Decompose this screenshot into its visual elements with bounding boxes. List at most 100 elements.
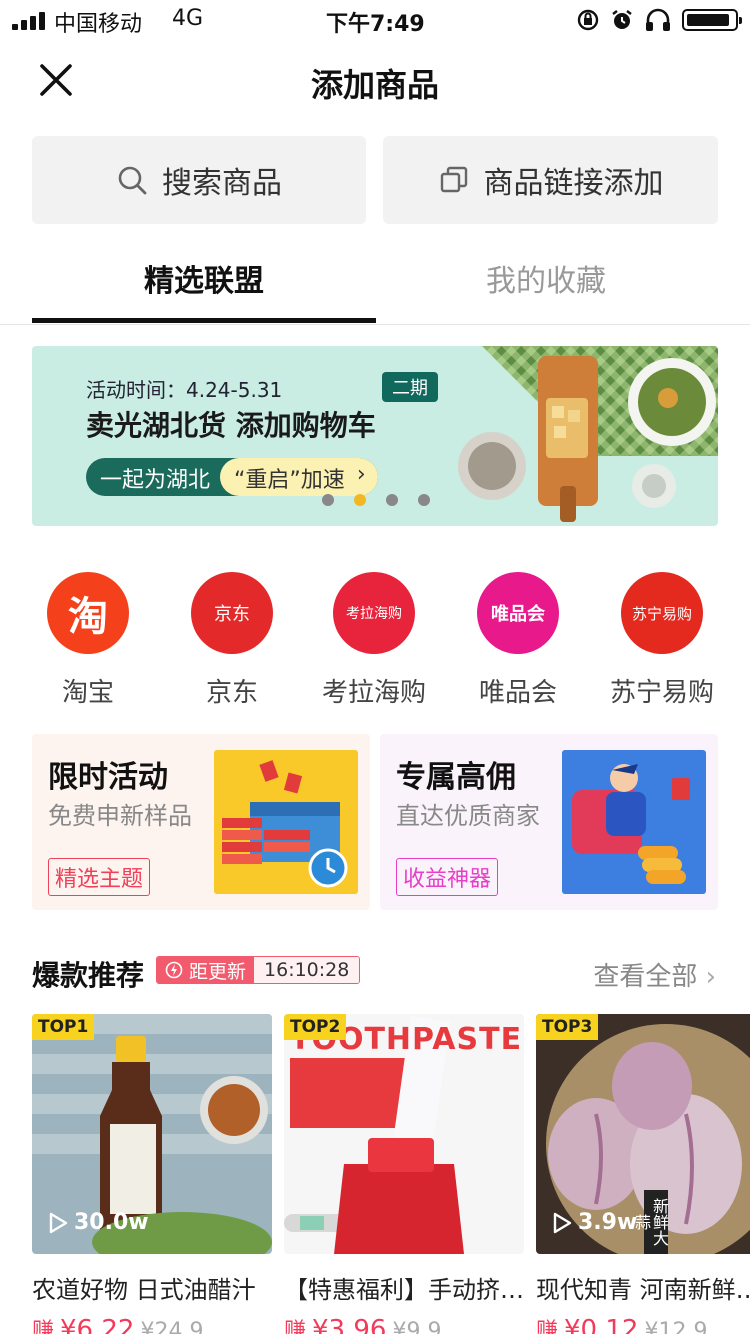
platform-label: 考拉海购 xyxy=(321,678,426,708)
tab-my-favorites[interactable]: 我的收藏 xyxy=(374,256,718,300)
banner-pagination xyxy=(322,494,430,506)
earn-label: 赚 xyxy=(536,1319,559,1334)
banner-cta-left: 一起为湖北 xyxy=(100,468,211,493)
product-image[interactable]: TOP1 30.0w xyxy=(32,1014,272,1254)
play-icon xyxy=(553,1212,572,1233)
original-price: ¥12.9 xyxy=(644,1319,708,1334)
jd-logo-icon: 京东 xyxy=(191,572,273,654)
banner-date: 活动时间：4.24-5.31 xyxy=(86,378,283,402)
exclusive-commission-card[interactable]: 专属高佣 直达优质商家 收益神器 xyxy=(380,734,718,910)
countdown-time: 16:10:28 xyxy=(254,957,360,983)
platform-label: 唯品会 xyxy=(478,678,557,708)
rank-badge: TOP2 xyxy=(284,1014,347,1040)
kaola-logo-icon: 考拉海购 xyxy=(333,572,415,654)
view-count: 3.9w xyxy=(578,1210,638,1235)
play-icon xyxy=(49,1212,68,1233)
product-card[interactable]: TOP1 30.0w 农道好物 日式油醋汁 赚 ¥6.22 ¥24.9 xyxy=(32,1014,272,1334)
pagination-dot-active[interactable] xyxy=(354,494,366,506)
promo-banner[interactable]: 活动时间：4.24-5.31 卖光湖北货 添加购物车 二期 一起为湖北 “重启”… xyxy=(32,346,718,526)
platform-vip[interactable]: 唯品会 唯品会 xyxy=(448,572,588,709)
search-goods-label: 搜索商品 xyxy=(162,166,282,201)
orientation-lock-icon xyxy=(577,9,599,31)
banner-illustration xyxy=(458,346,718,522)
platform-suning[interactable]: 苏宁易购 苏宁易购 xyxy=(592,572,732,709)
earn-price: ¥6.22 xyxy=(60,1315,135,1334)
card-tag: 收益神器 xyxy=(396,858,499,896)
platform-label: 京东 xyxy=(205,678,258,708)
platform-kaola[interactable]: 考拉海购 考拉海购 xyxy=(304,572,444,709)
product-image[interactable]: 新鲜大蒜 TOP3 3.9w xyxy=(536,1014,750,1254)
chevron-right-icon: › xyxy=(356,458,378,496)
platform-label: 苏宁易购 xyxy=(609,678,714,708)
product-image[interactable]: TOOTHPASTE TOP2 xyxy=(284,1014,524,1254)
banner-badge: 二期 xyxy=(382,372,438,402)
banner-cta-right: “重启”加速 xyxy=(220,458,357,496)
divider xyxy=(0,324,750,325)
product-price-row: 赚 ¥6.22 ¥24.9 xyxy=(32,1313,272,1334)
view-count: 30.0w xyxy=(74,1210,149,1235)
alarm-icon xyxy=(612,10,632,29)
product-card[interactable]: 新鲜大蒜 TOP3 3.9w 现代知青 河南新鲜大蒜 赚 ¥0.12 ¥12.9 xyxy=(536,1014,750,1334)
product-price-row: 赚 ¥3.96 ¥9.9 xyxy=(284,1313,524,1334)
active-tab-indicator xyxy=(32,318,376,323)
signal-icon xyxy=(12,12,48,30)
update-countdown: 距更新 16:10:28 xyxy=(156,956,361,984)
page-title: 添加商品 xyxy=(310,66,439,104)
platform-label: 淘宝 xyxy=(61,678,114,708)
product-name: 【特惠福利】手动挤牙膏器 xyxy=(284,1276,524,1304)
platform-jd[interactable]: 京东 京东 xyxy=(162,572,302,709)
network-label: 4G xyxy=(172,6,204,31)
banner-cta[interactable]: 一起为湖北 “重启”加速 › xyxy=(86,458,378,496)
earn-label: 赚 xyxy=(284,1319,307,1334)
play-count: 30.0w xyxy=(48,1210,149,1235)
pagination-dot[interactable] xyxy=(322,494,334,506)
status-icons xyxy=(576,8,742,32)
screen: { "status_bar": {"carrier": "中国移动", "net… xyxy=(0,0,750,1334)
platform-taobao[interactable]: 淘 淘宝 xyxy=(18,572,158,709)
earn-price: ¥3.96 xyxy=(312,1315,387,1334)
earn-label: 赚 xyxy=(32,1319,55,1334)
view-all-label: 查看全部 xyxy=(593,962,698,992)
link-add-button[interactable]: 商品链接添加 xyxy=(383,136,718,224)
original-price: ¥24.9 xyxy=(140,1319,204,1334)
original-price: ¥9.9 xyxy=(392,1319,442,1334)
headphones-icon xyxy=(646,8,670,31)
vip-logo-icon: 唯品会 xyxy=(477,572,559,654)
pagination-dot[interactable] xyxy=(386,494,398,506)
lightning-icon xyxy=(165,961,183,979)
product-price-row: 赚 ¥0.12 ¥12.9 xyxy=(536,1313,750,1334)
card-subtitle: 免费申新样品 xyxy=(48,802,192,830)
card-title: 限时活动 xyxy=(48,760,168,795)
hot-section-title: 爆款推荐 xyxy=(32,959,145,992)
suning-logo-icon: 苏宁易购 xyxy=(621,572,703,654)
earn-price: ¥0.12 xyxy=(564,1315,639,1334)
link-add-label: 商品链接添加 xyxy=(483,166,664,201)
search-icon xyxy=(118,166,147,195)
search-goods-button[interactable]: 搜索商品 xyxy=(32,136,366,224)
pagination-dot[interactable] xyxy=(418,494,430,506)
image-caption: 新鲜大蒜 xyxy=(632,1190,669,1254)
countdown-label: 距更新 xyxy=(189,960,247,983)
card-title: 专属高佣 xyxy=(396,760,516,795)
gift-box-illustration xyxy=(214,750,358,894)
rank-badge: TOP1 xyxy=(32,1014,95,1040)
taobao-logo-icon: 淘 xyxy=(47,572,129,654)
battery-icon xyxy=(682,9,742,31)
banner-headline: 卖光湖北货 添加购物车 xyxy=(86,409,376,442)
card-tag: 精选主题 xyxy=(48,858,151,896)
earnings-illustration xyxy=(562,750,706,894)
status-time: 下午7:49 xyxy=(326,12,425,37)
card-subtitle: 直达优质商家 xyxy=(396,802,540,830)
chevron-right-icon: › xyxy=(705,962,716,992)
copy-link-icon xyxy=(440,166,467,193)
status-bar: 中国移动 4G 下午7:49 xyxy=(0,0,750,40)
limited-activity-card[interactable]: 限时活动 免费申新样品 精选主题 xyxy=(32,734,370,910)
tab-featured-alliance[interactable]: 精选联盟 xyxy=(32,256,376,300)
product-name: 农道好物 日式油醋汁 xyxy=(32,1276,256,1304)
view-all-link[interactable]: 查看全部 › xyxy=(593,956,716,993)
product-card[interactable]: TOOTHPASTE TOP2 【特惠福利】手动挤牙膏器 赚 ¥3.96 ¥9.… xyxy=(284,1014,524,1334)
product-name: 现代知青 河南新鲜大蒜 xyxy=(536,1276,750,1304)
carrier-label: 中国移动 xyxy=(54,12,143,37)
play-count: 3.9w xyxy=(552,1210,637,1235)
rank-badge: TOP3 xyxy=(536,1014,599,1040)
